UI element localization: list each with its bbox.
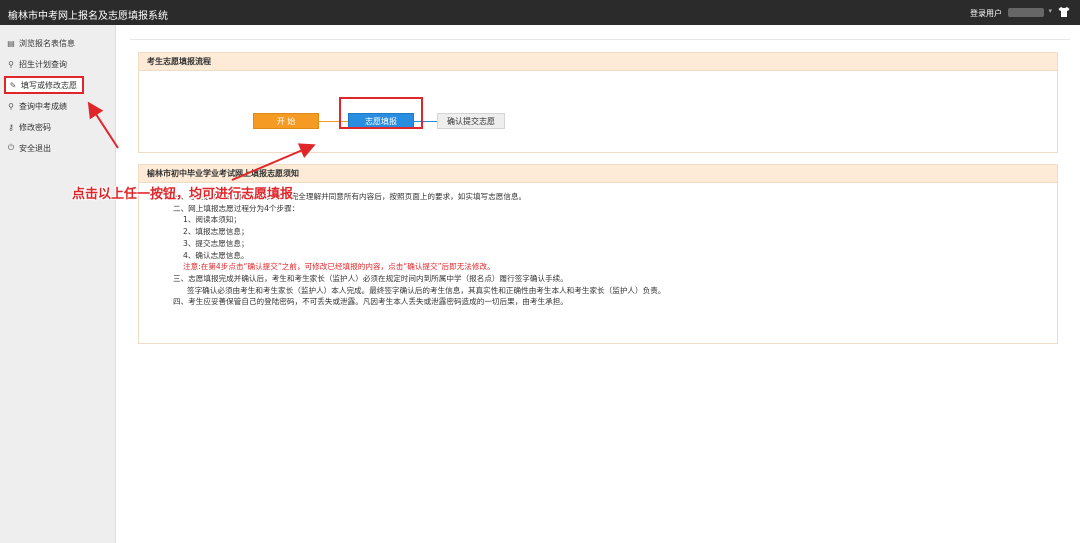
start-button[interactable]: 开 始 [253, 113, 319, 129]
sidebar-item-label: 招生计划查询 [19, 59, 67, 69]
notice-line: 2、填报志愿信息； [183, 227, 249, 237]
key-icon: ⚷ [8, 122, 14, 132]
sidebar-item-label: 填写或修改志愿 [21, 80, 77, 90]
notice-panel-title: 榆林市初中毕业学业考试网上填报志愿须知 [139, 165, 1057, 183]
notice-list: 一、考生必须认真阅读本《须知》，完全理解并同意所有内容后，按照页面上的要求，如实… [147, 191, 665, 308]
sidebar-item-change-password[interactable]: ⚷ 修改密码 [6, 118, 110, 136]
pencil-icon: ✎ [9, 80, 17, 90]
sidebar-item-logout[interactable]: ⏻ 安全退出 [6, 139, 110, 157]
search-icon: ⚲ [8, 59, 14, 69]
sidebar-item-label: 修改密码 [19, 122, 51, 132]
notice-line: 1、阅读本须知； [183, 215, 241, 225]
divider [130, 39, 1070, 40]
sidebar-item-fill-preferences[interactable]: ✎ 填写或修改志愿 [4, 76, 84, 94]
power-icon: ⏻ [7, 143, 15, 152]
app-title: 榆林市中考网上报名及志愿填报系统 [8, 11, 168, 22]
search-icon: ⚲ [8, 101, 14, 111]
annotation-text: 点击以上任一按钮，均可进行志愿填报 [72, 187, 294, 202]
notice-line: 4、确认志愿信息。 [183, 250, 249, 260]
shirt-icon[interactable] [1058, 6, 1070, 18]
sidebar-item-label: 安全退出 [19, 143, 51, 153]
notice-line: 3、提交志愿信息； [183, 238, 249, 248]
notice-line: 二、网上填报志愿过程分为4个步骤： [173, 203, 300, 213]
process-panel-title: 考生志愿填报流程 [139, 53, 1057, 71]
highlight-box [339, 97, 423, 129]
notice-line: 四、考生应妥善保管自己的登陆密码，不可丢失或泄露。凡因考生本人丢失或泄露密码造成… [173, 297, 568, 307]
process-panel: 考生志愿填报流程 开 始 志愿填报 确认提交志愿 [138, 52, 1058, 153]
sidebar-item-exam-scores[interactable]: ⚲ 查询中考成绩 [6, 97, 110, 115]
notice-line: 三、志愿填报完成并确认后，考生和考生家长（监护人）必须在规定时间内到所属中学（报… [173, 273, 568, 283]
user-label: 登录用户 [970, 9, 1002, 18]
main-content: 考生志愿填报流程 开 始 志愿填报 确认提交志愿 榆林市初中毕业学业考试网上填报… [116, 25, 1080, 543]
sidebar-item-view-registration[interactable]: ▤ 浏览报名表信息 [6, 34, 110, 52]
form-icon: ▤ [7, 38, 15, 48]
top-bar: 榆林市中考网上报名及志愿填报系统 登录用户 ▾ [0, 0, 1080, 25]
sidebar: ▤ 浏览报名表信息 ⚲ 招生计划查询 ✎ 填写或修改志愿 ⚲ 查询中考成绩 ⚷ … [0, 25, 116, 543]
sidebar-item-label: 浏览报名表信息 [19, 38, 75, 48]
notice-line: 签字确认必须由考生和考生家长（监护人）本人完成。最终签字确认后的考生信息，其真实… [187, 285, 666, 295]
notice-line: 注意:在第4步点击“确认提交”之前，可修改已经填报的内容，点击“确认提交”后即无… [183, 262, 495, 272]
confirm-submit-button[interactable]: 确认提交志愿 [437, 113, 505, 129]
sidebar-item-enrollment-plan[interactable]: ⚲ 招生计划查询 [6, 55, 110, 73]
sidebar-item-label: 查询中考成绩 [19, 101, 67, 111]
user-name-redacted[interactable] [1008, 8, 1044, 17]
chevron-down-icon[interactable]: ▾ [1048, 7, 1052, 15]
